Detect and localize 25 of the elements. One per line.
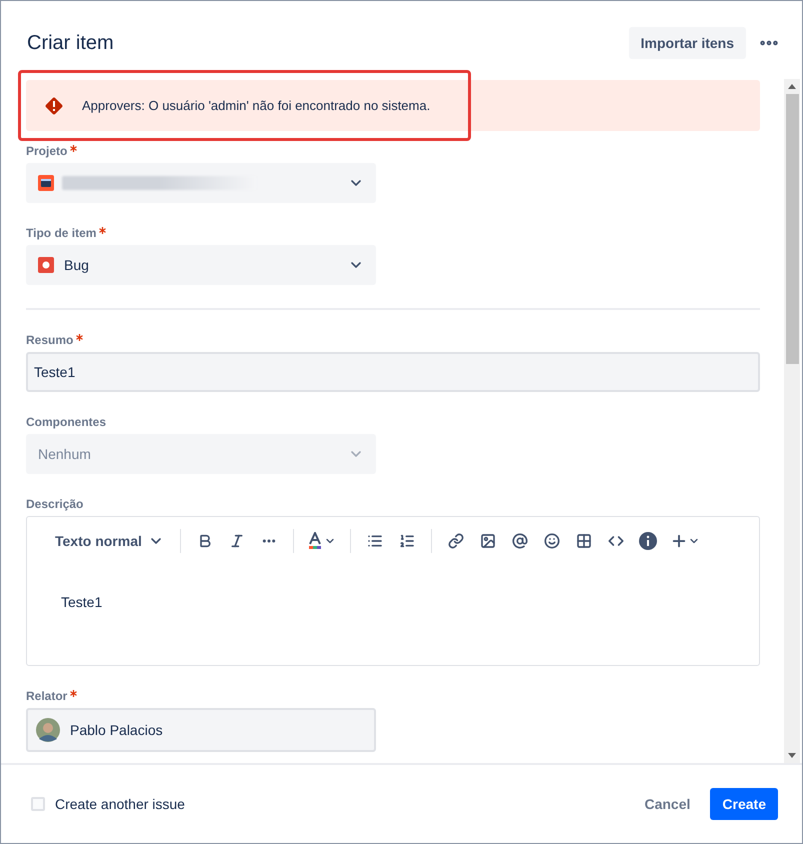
bug-icon xyxy=(38,257,54,273)
error-message: Approvers: O usuário 'admin' não foi encontrado no sistema. xyxy=(82,96,430,115)
text-style-dropdown[interactable]: Texto normal xyxy=(47,525,172,557)
summary-field[interactable]: Teste1 xyxy=(26,352,760,392)
cancel-button[interactable]: Cancel xyxy=(632,788,702,820)
field-label: Tipo de item xyxy=(26,225,96,242)
project-icon xyxy=(38,175,54,191)
dialog-title: Criar item xyxy=(27,31,115,56)
scroll-down-icon xyxy=(788,753,796,758)
create-button[interactable]: Create xyxy=(710,788,778,820)
field-label: Relator xyxy=(26,688,68,705)
field-label: Resumo xyxy=(26,332,74,349)
reporter-field[interactable]: Pablo Palacios xyxy=(26,708,376,752)
avatar xyxy=(36,718,60,742)
scroll-up-icon xyxy=(788,84,796,89)
scrollbar[interactable] xyxy=(784,79,800,763)
field-label: Projeto xyxy=(26,143,68,160)
import-button[interactable]: Importar itens xyxy=(628,27,746,59)
issue-type-select[interactable]: Bug xyxy=(26,245,376,285)
field-label: Componentes xyxy=(26,414,106,431)
field-label: Descrição xyxy=(26,496,84,513)
text-color-icon xyxy=(308,532,322,550)
create-another-checkbox[interactable]: Create another issue xyxy=(31,794,185,814)
description-editor[interactable]: Texto normal Teste1 xyxy=(26,516,760,666)
description-text: Teste1 xyxy=(61,594,102,610)
